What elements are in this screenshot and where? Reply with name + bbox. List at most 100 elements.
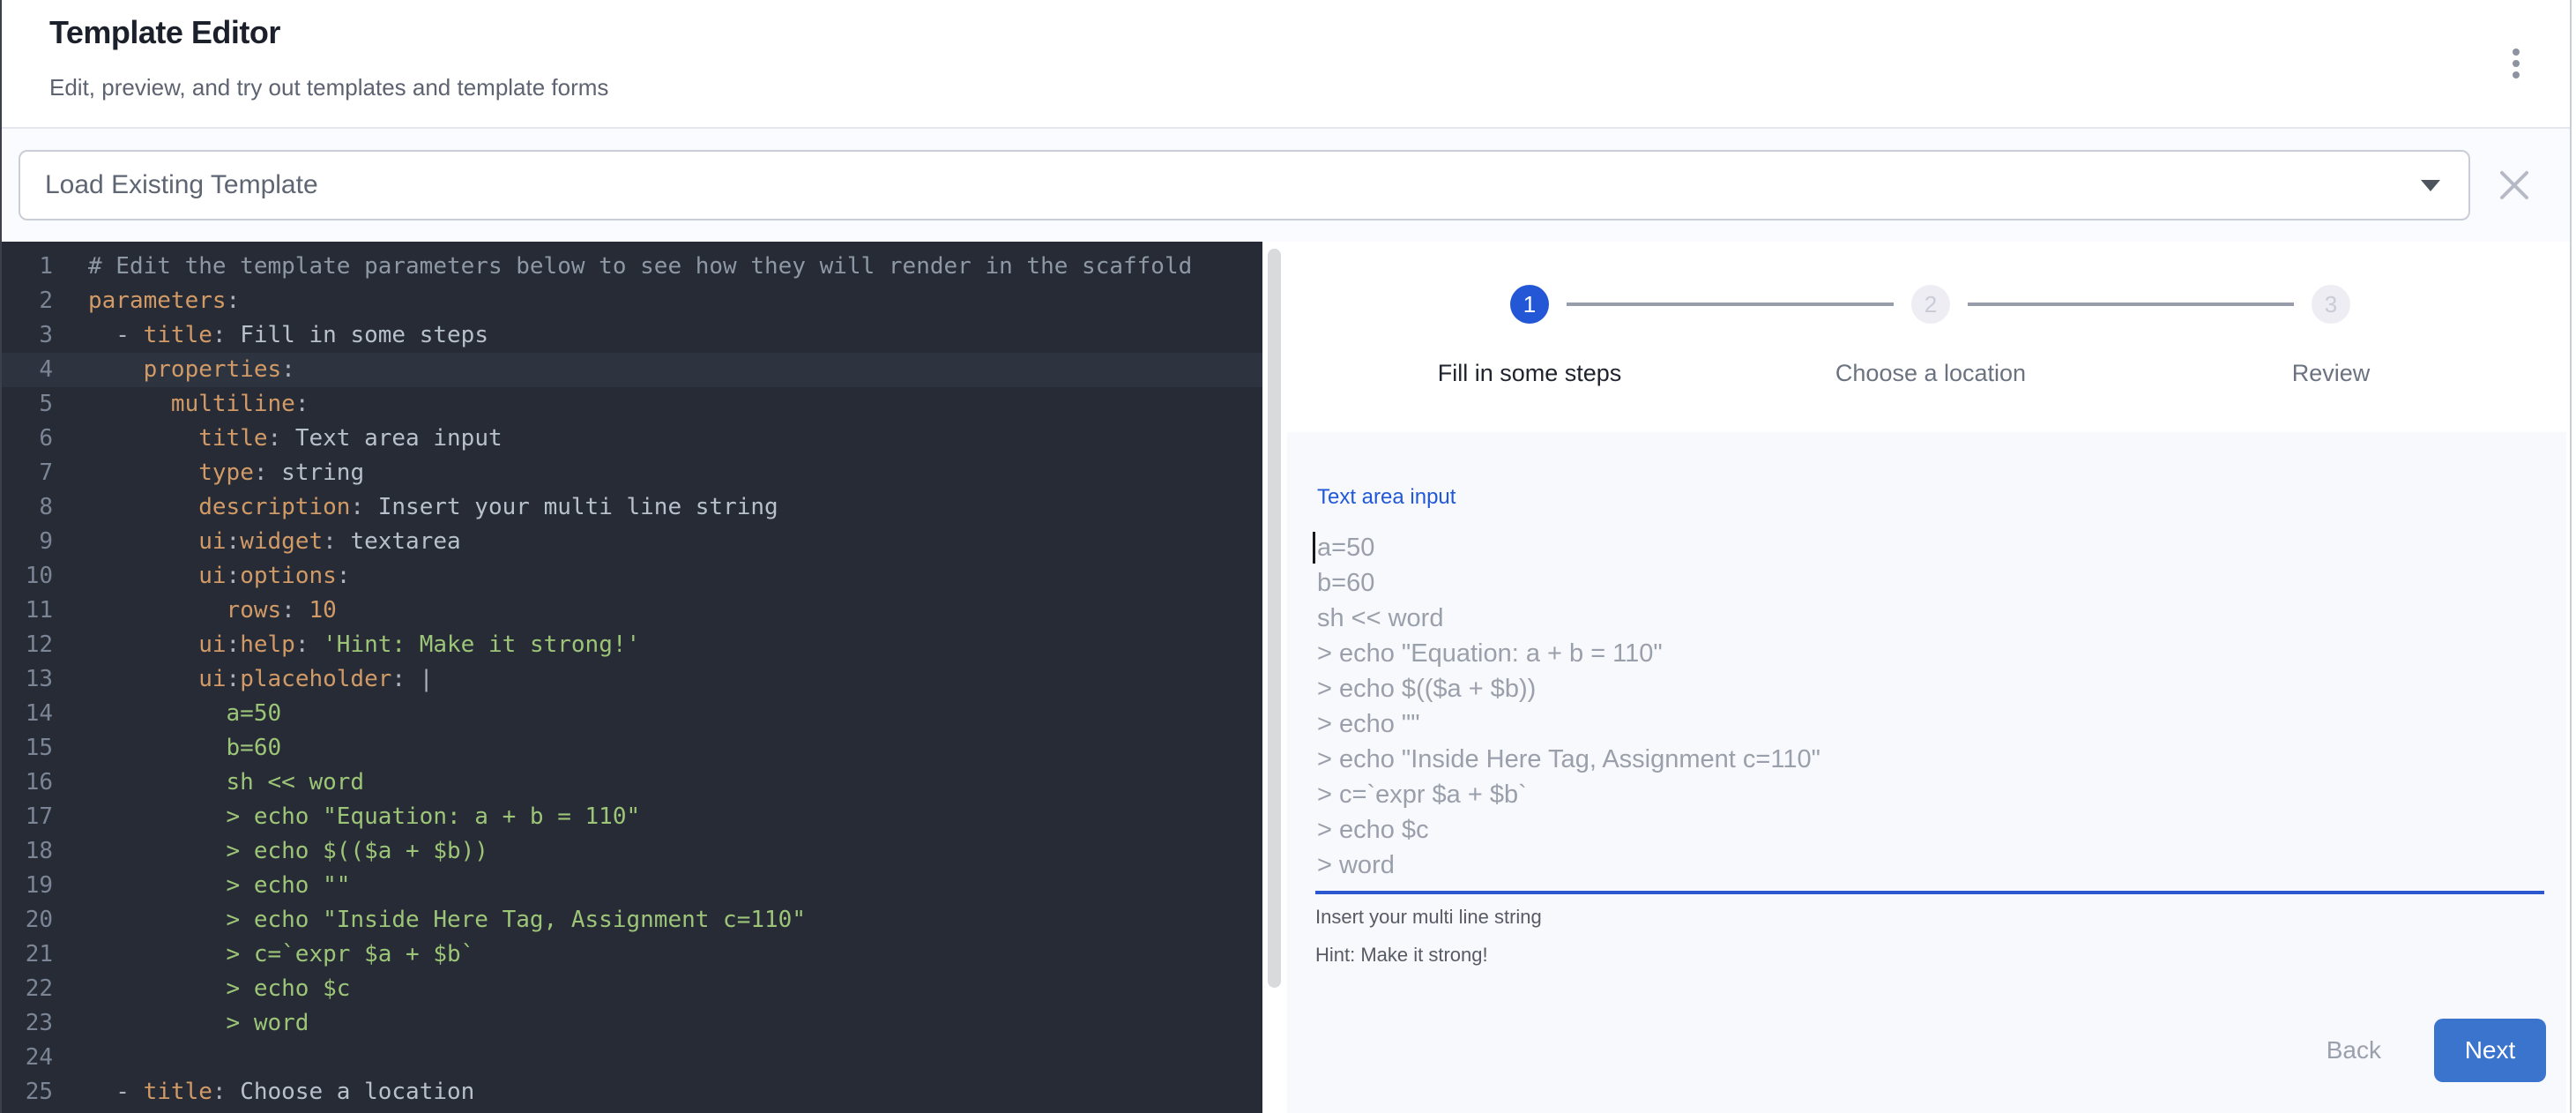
- code-token: sh << word: [88, 769, 364, 796]
- code-line-15[interactable]: 15 b=60: [2, 731, 1262, 766]
- code-token: :: [227, 528, 241, 555]
- template-selector-bar: Load Existing Template: [2, 129, 2570, 243]
- text-cursor: [1313, 532, 1315, 564]
- editor-scrollbar-thumb[interactable]: [1268, 249, 1281, 988]
- code-token: :: [227, 563, 241, 589]
- panel-right-border: [2570, 0, 2572, 1113]
- more-options-button[interactable]: [2505, 42, 2527, 85]
- kebab-dot-icon: [2513, 71, 2520, 78]
- code-line-18[interactable]: 18 > echo $(($a + $b)): [2, 834, 1262, 869]
- code-line-20[interactable]: 20 > echo "Inside Here Tag, Assignment c…: [2, 903, 1262, 937]
- editor-scrollbar-track: [1262, 242, 1282, 1113]
- wizard-actions: Back Next: [2318, 1019, 2546, 1082]
- code-line-8[interactable]: 8 description: Insert your multi line st…: [2, 490, 1262, 525]
- back-button[interactable]: Back: [2318, 1036, 2390, 1064]
- code-token: [88, 356, 144, 383]
- line-number: 2: [2, 284, 65, 318]
- code-line-16[interactable]: 16 sh << word: [2, 766, 1262, 800]
- textarea-placeholder-line: b=60: [1317, 565, 2544, 601]
- code-line-7[interactable]: 7 type: string: [2, 456, 1262, 490]
- code-token: type: [198, 459, 254, 486]
- yaml-code-editor[interactable]: 1# Edit the template parameters below to…: [2, 242, 1262, 1113]
- code-token: > echo $c: [88, 975, 350, 1002]
- clear-selection-button[interactable]: [2493, 164, 2535, 206]
- code-text: ui:placeholder: |: [65, 662, 1262, 697]
- code-token: ui: [198, 631, 226, 658]
- code-token: > echo "": [88, 872, 350, 899]
- code-text: description: Insert your multi line stri…: [65, 490, 1262, 525]
- code-text: # Edit the template parameters below to …: [65, 250, 1262, 284]
- line-number: 9: [2, 525, 65, 559]
- code-token: Fill in some steps: [240, 322, 488, 348]
- code-token: :: [391, 666, 419, 692]
- code-token: :: [227, 288, 241, 314]
- line-number: 24: [2, 1041, 65, 1075]
- code-line-22[interactable]: 22 > echo $c: [2, 972, 1262, 1006]
- code-line-6[interactable]: 6 title: Text area input: [2, 422, 1262, 456]
- chevron-down-icon: [2421, 180, 2440, 191]
- multiline-textarea[interactable]: a=50b=60sh << word> echo "Equation: a + …: [1317, 530, 2544, 886]
- code-line-17[interactable]: 17 > echo "Equation: a + b = 110": [2, 800, 1262, 834]
- code-line-19[interactable]: 19 > echo "": [2, 869, 1262, 903]
- line-number: 19: [2, 869, 65, 903]
- kebab-dot-icon: [2513, 49, 2520, 56]
- line-number: 7: [2, 456, 65, 490]
- code-token: > word: [88, 1010, 309, 1036]
- code-text: [65, 1041, 1262, 1075]
- load-existing-template-select[interactable]: Load Existing Template: [19, 150, 2470, 220]
- code-text: > word: [65, 1006, 1262, 1041]
- textarea-focus-underline: [1315, 891, 2544, 894]
- code-text: a=50: [65, 697, 1262, 731]
- line-number: 13: [2, 662, 65, 697]
- code-line-12[interactable]: 12 ui:help: 'Hint: Make it strong!': [2, 628, 1262, 662]
- line-number: 3: [2, 318, 65, 353]
- code-line-1[interactable]: 1# Edit the template parameters below to…: [2, 250, 1262, 284]
- code-token: 'Hint: Make it strong!': [323, 631, 640, 658]
- code-token: > c=`expr $a + $b`: [88, 941, 474, 967]
- code-line-5[interactable]: 5 multiline:: [2, 387, 1262, 422]
- code-token: # Edit the template parameters below to …: [88, 253, 1192, 280]
- code-text: ui:options:: [65, 559, 1262, 594]
- code-line-9[interactable]: 9 ui:widget: textarea: [2, 525, 1262, 559]
- code-token: [88, 459, 198, 486]
- line-number: 21: [2, 937, 65, 972]
- code-line-11[interactable]: 11 rows: 10: [2, 594, 1262, 628]
- code-token: parameters: [88, 288, 227, 314]
- code-line-13[interactable]: 13 ui:placeholder: |: [2, 662, 1262, 697]
- line-number: 5: [2, 387, 65, 422]
- line-number: 16: [2, 766, 65, 800]
- select-placeholder-text: Load Existing Template: [45, 152, 318, 219]
- code-token: title: [198, 425, 267, 452]
- code-token: :: [227, 666, 241, 692]
- textarea-placeholder-line: > echo $(($a + $b)): [1317, 671, 2544, 706]
- textarea-placeholder-line: a=50: [1317, 530, 2544, 565]
- code-line-25[interactable]: 25 - title: Choose a location: [2, 1075, 1262, 1109]
- code-text: multiline:: [65, 387, 1262, 422]
- code-line-4[interactable]: 4 properties:: [2, 353, 1262, 387]
- code-line-24[interactable]: 24: [2, 1041, 1262, 1075]
- code-token: [88, 391, 171, 417]
- code-line-2[interactable]: 2 parameters:: [2, 284, 1262, 318]
- step-indicator-2: 2: [1911, 285, 1950, 324]
- code-token: 10: [309, 597, 336, 624]
- code-token: help: [240, 631, 295, 658]
- code-token: rows: [227, 597, 282, 624]
- step-form: Text area input a=50b=60sh << word> echo…: [1287, 432, 2566, 1113]
- code-token: :: [337, 563, 351, 589]
- code-token: > echo "Equation: a + b = 110": [88, 803, 640, 830]
- code-line-14[interactable]: 14 a=50: [2, 697, 1262, 731]
- line-number: 18: [2, 834, 65, 869]
- next-button[interactable]: Next: [2434, 1019, 2546, 1082]
- code-line-23[interactable]: 23 > word: [2, 1006, 1262, 1041]
- code-line-10[interactable]: 10 ui:options:: [2, 559, 1262, 594]
- textarea-field-label: Text area input: [1317, 485, 1456, 510]
- line-number: 6: [2, 422, 65, 456]
- code-token: ui: [198, 563, 226, 589]
- code-line-21[interactable]: 21 > c=`expr $a + $b`: [2, 937, 1262, 972]
- code-token: [88, 528, 198, 555]
- code-line-3[interactable]: 3 - title: Fill in some steps: [2, 318, 1262, 353]
- code-text: > c=`expr $a + $b`: [65, 937, 1262, 972]
- step-label-1: Fill in some steps: [1438, 360, 1622, 387]
- step-indicator-1: 1: [1510, 285, 1549, 324]
- code-token: Insert your multi line string: [378, 494, 778, 520]
